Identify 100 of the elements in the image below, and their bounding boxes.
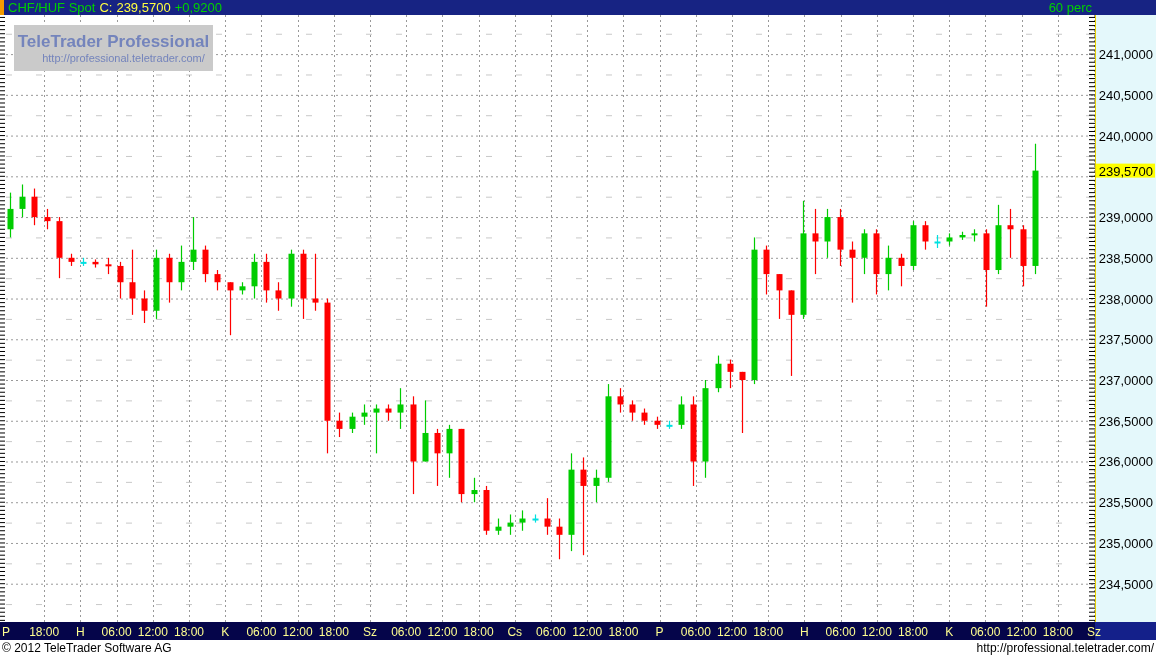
candle xyxy=(263,253,270,304)
logo-url: http://professional.teletrader.com/ xyxy=(42,52,205,64)
candle xyxy=(617,387,624,414)
candle xyxy=(885,245,892,291)
close-value: 239,5700 xyxy=(116,0,171,15)
candle xyxy=(80,257,87,267)
candle xyxy=(361,403,368,426)
candle xyxy=(190,216,197,271)
axis-label: 06:00 xyxy=(970,625,1001,639)
candle xyxy=(312,253,319,312)
candle xyxy=(202,245,209,283)
axis-label: 06:00 xyxy=(101,625,132,639)
axis-label: 18:00 xyxy=(608,625,639,639)
candle xyxy=(178,245,185,291)
candle xyxy=(19,183,26,218)
axis-label: 12:00 xyxy=(282,625,313,639)
close-label: C: xyxy=(99,0,113,15)
axis-label: 18:00 xyxy=(898,625,928,639)
axis-label: 12:00 xyxy=(427,625,458,639)
period-label: 60 perc xyxy=(1048,0,1092,15)
candle xyxy=(1007,208,1014,259)
axis-label: 18:00 xyxy=(174,625,204,639)
axis-label: 235,0000 xyxy=(1098,535,1153,551)
candle xyxy=(349,412,356,434)
candle xyxy=(922,220,929,251)
axis-label: Cs xyxy=(507,625,523,639)
candle xyxy=(861,228,868,275)
candle xyxy=(422,399,429,463)
axis-label: 06:00 xyxy=(391,625,422,639)
candle xyxy=(397,387,404,430)
axis-label: K xyxy=(221,625,230,639)
axis-label: Sz xyxy=(1087,625,1101,639)
candle xyxy=(593,469,600,503)
axis-label: P xyxy=(2,625,10,639)
axis-label: 18:00 xyxy=(318,625,349,639)
candle xyxy=(739,371,746,434)
axis-label: 18:00 xyxy=(1042,625,1073,639)
candle xyxy=(300,249,307,320)
candle xyxy=(1020,224,1027,287)
axis-label: 12:00 xyxy=(1006,625,1037,639)
candle xyxy=(995,204,1002,275)
candle xyxy=(654,416,661,430)
candle xyxy=(227,281,234,336)
candle xyxy=(532,513,539,524)
candle xyxy=(495,517,502,536)
axis-label: 06:00 xyxy=(680,625,711,639)
candle xyxy=(105,257,112,275)
axis-label: 239,0000 xyxy=(1098,210,1153,226)
axis-label: 12:00 xyxy=(861,625,892,639)
axis-label: 06:00 xyxy=(536,625,566,639)
axis-label: 241,0000 xyxy=(1098,47,1153,63)
candle xyxy=(666,420,673,430)
candle xyxy=(898,253,905,287)
candle xyxy=(68,253,75,267)
candle xyxy=(239,281,246,296)
candle xyxy=(776,273,783,320)
candle xyxy=(214,269,221,291)
axis-label: 12:00 xyxy=(137,625,168,639)
axis-label: K xyxy=(945,625,954,639)
candle xyxy=(910,220,917,271)
candle xyxy=(959,231,966,241)
axis-label: 12:00 xyxy=(717,625,747,639)
candle xyxy=(934,234,941,249)
axis-label: 06:00 xyxy=(246,625,277,639)
axis-label: 236,5000 xyxy=(1098,413,1153,429)
candle xyxy=(434,428,441,487)
candle xyxy=(641,407,648,426)
candle xyxy=(385,403,392,422)
change-value: +0,9200 xyxy=(174,0,222,15)
candle xyxy=(556,517,563,560)
candle xyxy=(117,261,124,300)
candle xyxy=(763,245,770,296)
candle xyxy=(971,228,978,243)
candle xyxy=(31,187,38,226)
candle xyxy=(727,359,734,389)
candle xyxy=(812,208,819,275)
candle xyxy=(141,289,148,324)
candle xyxy=(275,281,282,312)
candle xyxy=(849,240,856,304)
candle xyxy=(446,424,453,479)
candle xyxy=(44,208,51,230)
axis-label: 12:00 xyxy=(572,625,603,639)
axis-label: H xyxy=(76,625,85,639)
candle xyxy=(251,253,258,300)
candle xyxy=(824,208,831,259)
candle xyxy=(166,253,173,304)
axis-label: 238,0000 xyxy=(1098,291,1153,307)
axis-label: 234,5000 xyxy=(1098,576,1153,592)
candle xyxy=(483,485,490,536)
candle xyxy=(715,354,722,393)
axis-label: 18:00 xyxy=(463,625,494,639)
axis-label: 240,5000 xyxy=(1098,87,1153,103)
axis-label: 18:00 xyxy=(29,625,60,639)
axis-label: 18:00 xyxy=(753,625,784,639)
axis-label: P xyxy=(655,625,664,639)
website-link[interactable]: http://professional.teletrader.com/ xyxy=(976,639,1154,657)
axis-label: 06:00 xyxy=(825,625,856,639)
candle xyxy=(373,403,380,454)
axis-label: 240,0000 xyxy=(1098,128,1153,144)
logo-title: TeleTrader Professional xyxy=(17,32,210,52)
